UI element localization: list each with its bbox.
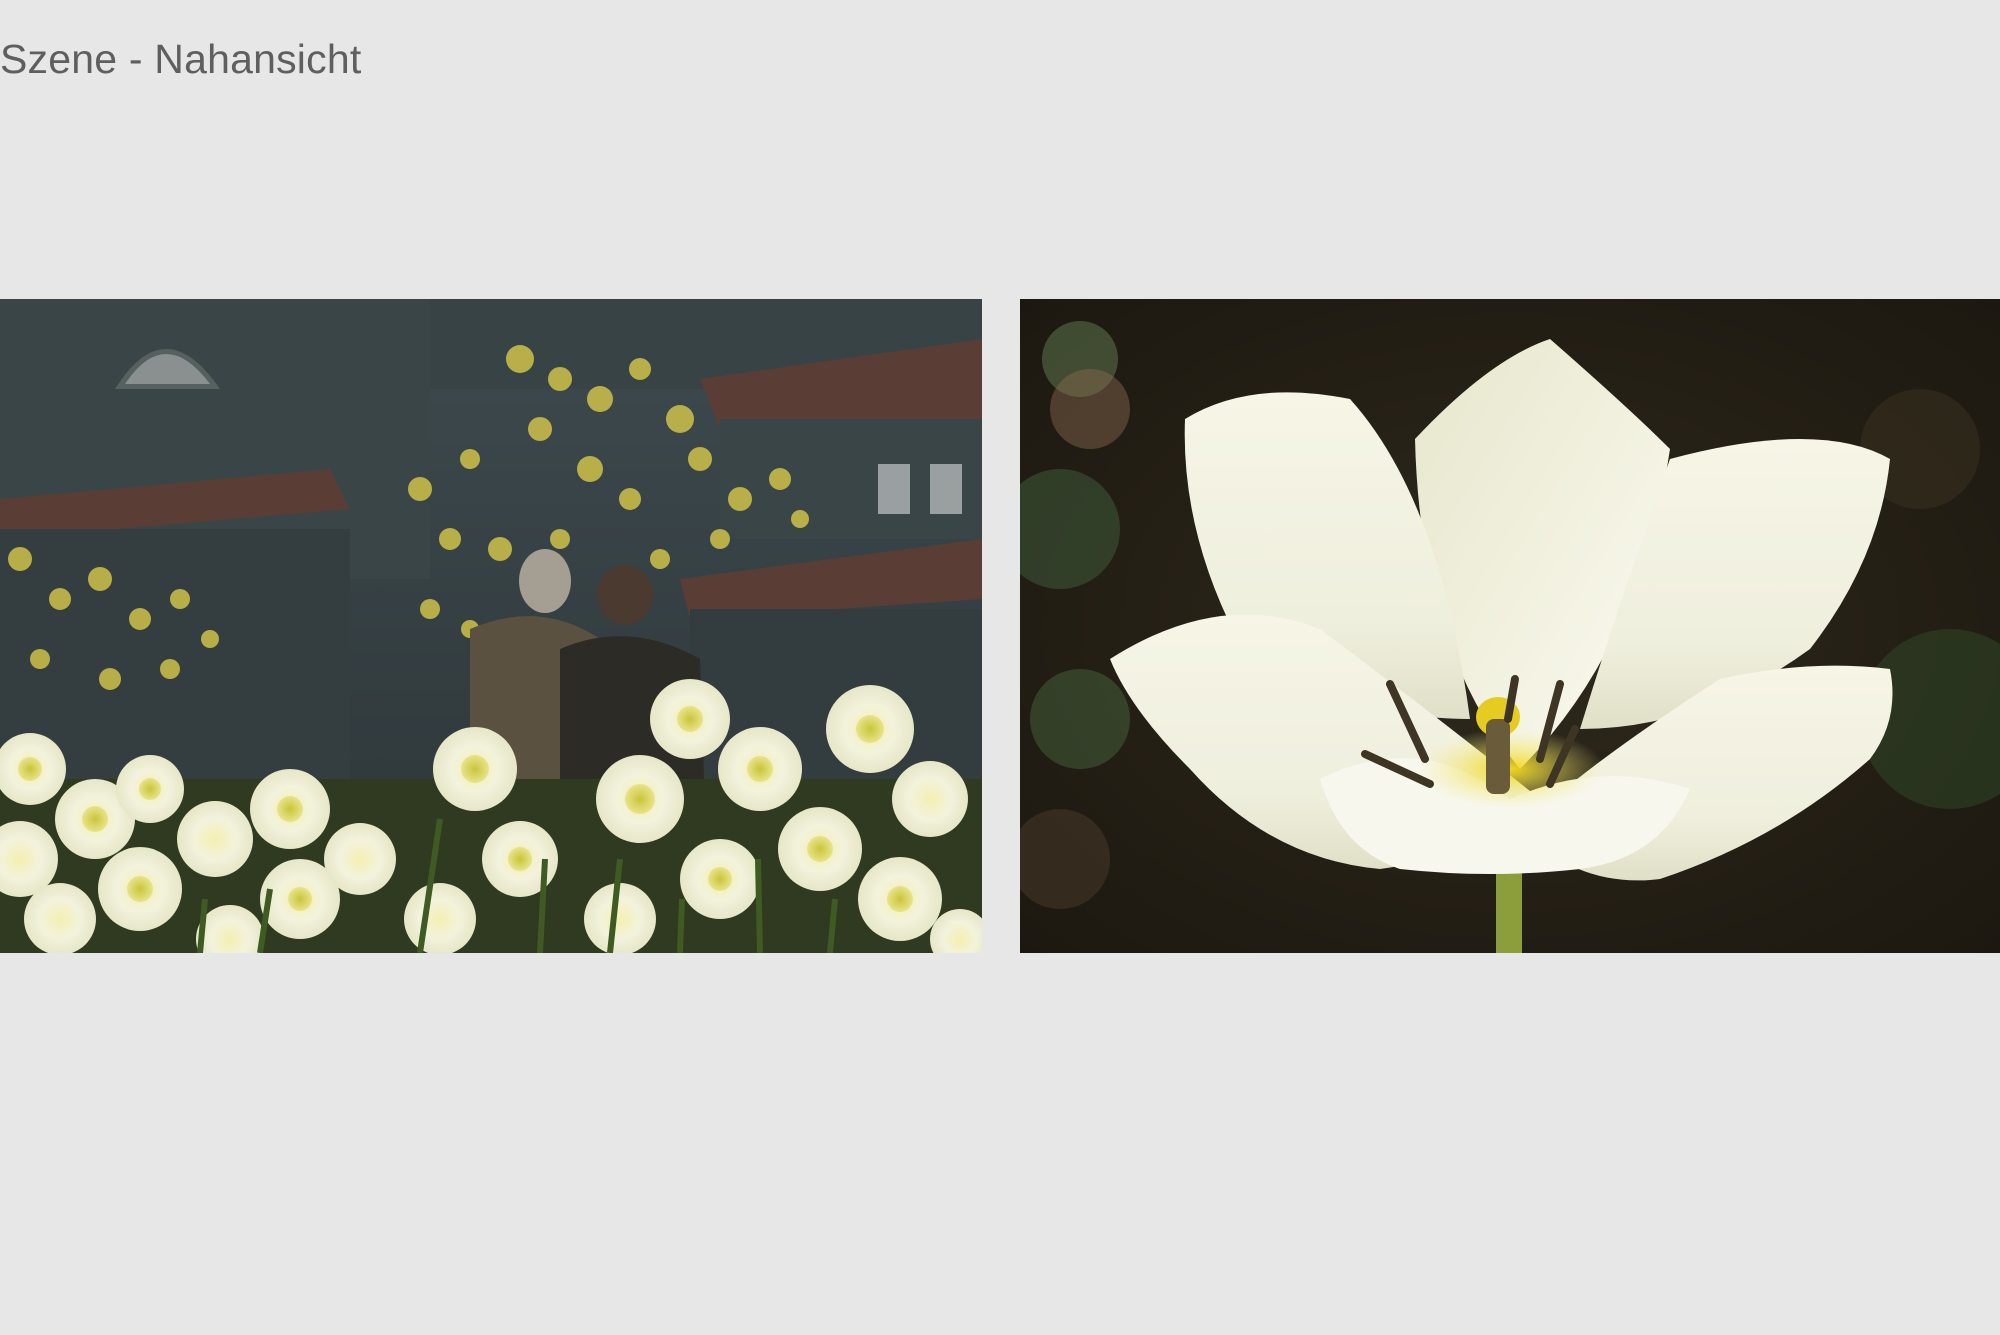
page-title: Szene - Nahansicht xyxy=(0,36,362,82)
daffodils-image xyxy=(0,299,982,953)
tulip-image xyxy=(1020,299,2000,953)
photo-tulip[interactable] xyxy=(1020,299,2000,953)
photo-daffodils[interactable] xyxy=(0,299,982,953)
